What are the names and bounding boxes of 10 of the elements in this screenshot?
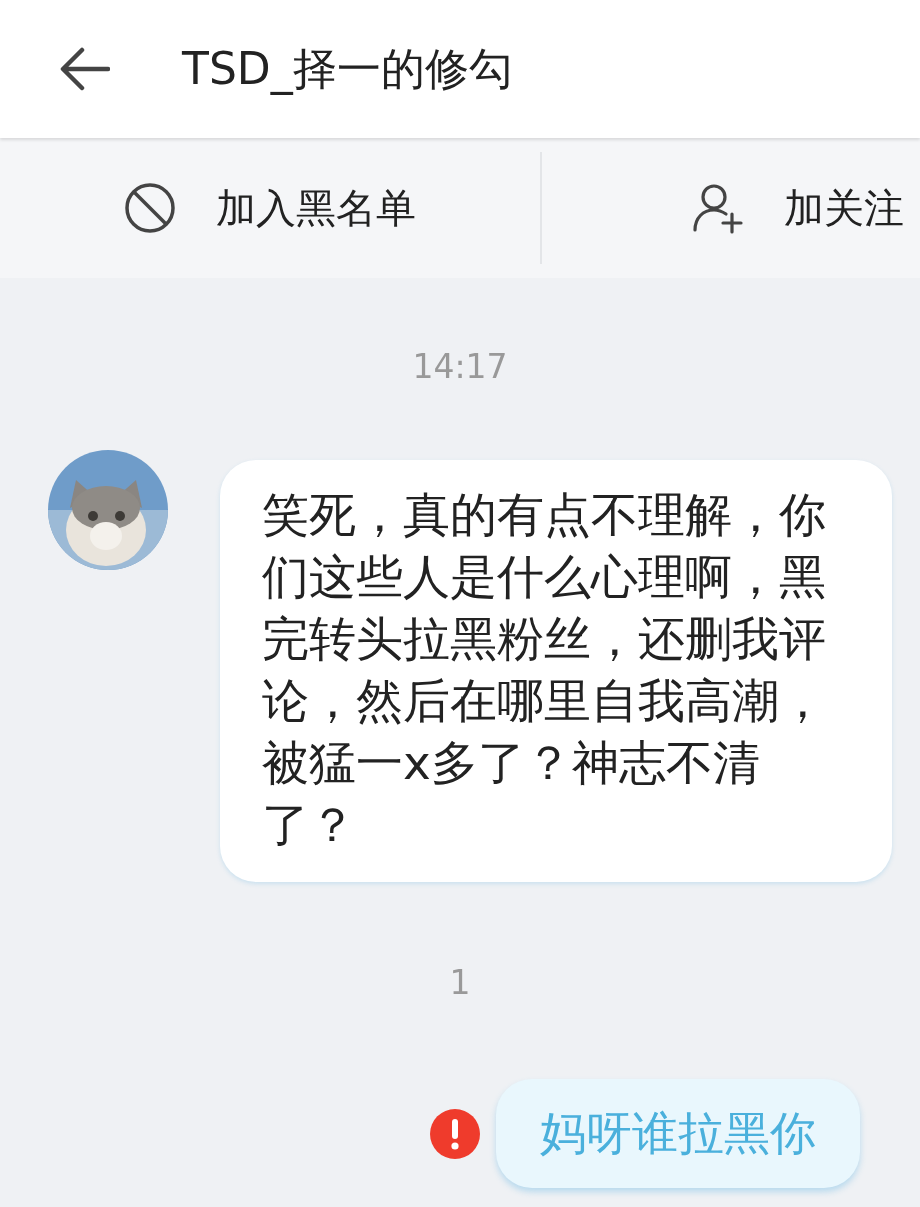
message-bubble: 笑死，真的有点不理解，你们这些人是什么心理啊，黑完转头拉黑粉丝，还删我评论，然后在哪里自我高潮，被猛一x多了？神志不清了？: [220, 459, 892, 882]
back-icon[interactable]: [60, 47, 110, 91]
block-icon: [124, 182, 176, 234]
timestamp: 14:17: [411, 346, 509, 388]
block-button[interactable]: 加入黑名单: [124, 178, 416, 238]
add-user-icon: [692, 182, 744, 234]
message-bubble: 妈呀谁拉黑你: [496, 1079, 860, 1188]
timestamp: 1: [448, 961, 472, 1004]
follow-button[interactable]: 加关注: [692, 178, 904, 238]
chat-title: TSD_择一的修勾: [182, 42, 513, 97]
